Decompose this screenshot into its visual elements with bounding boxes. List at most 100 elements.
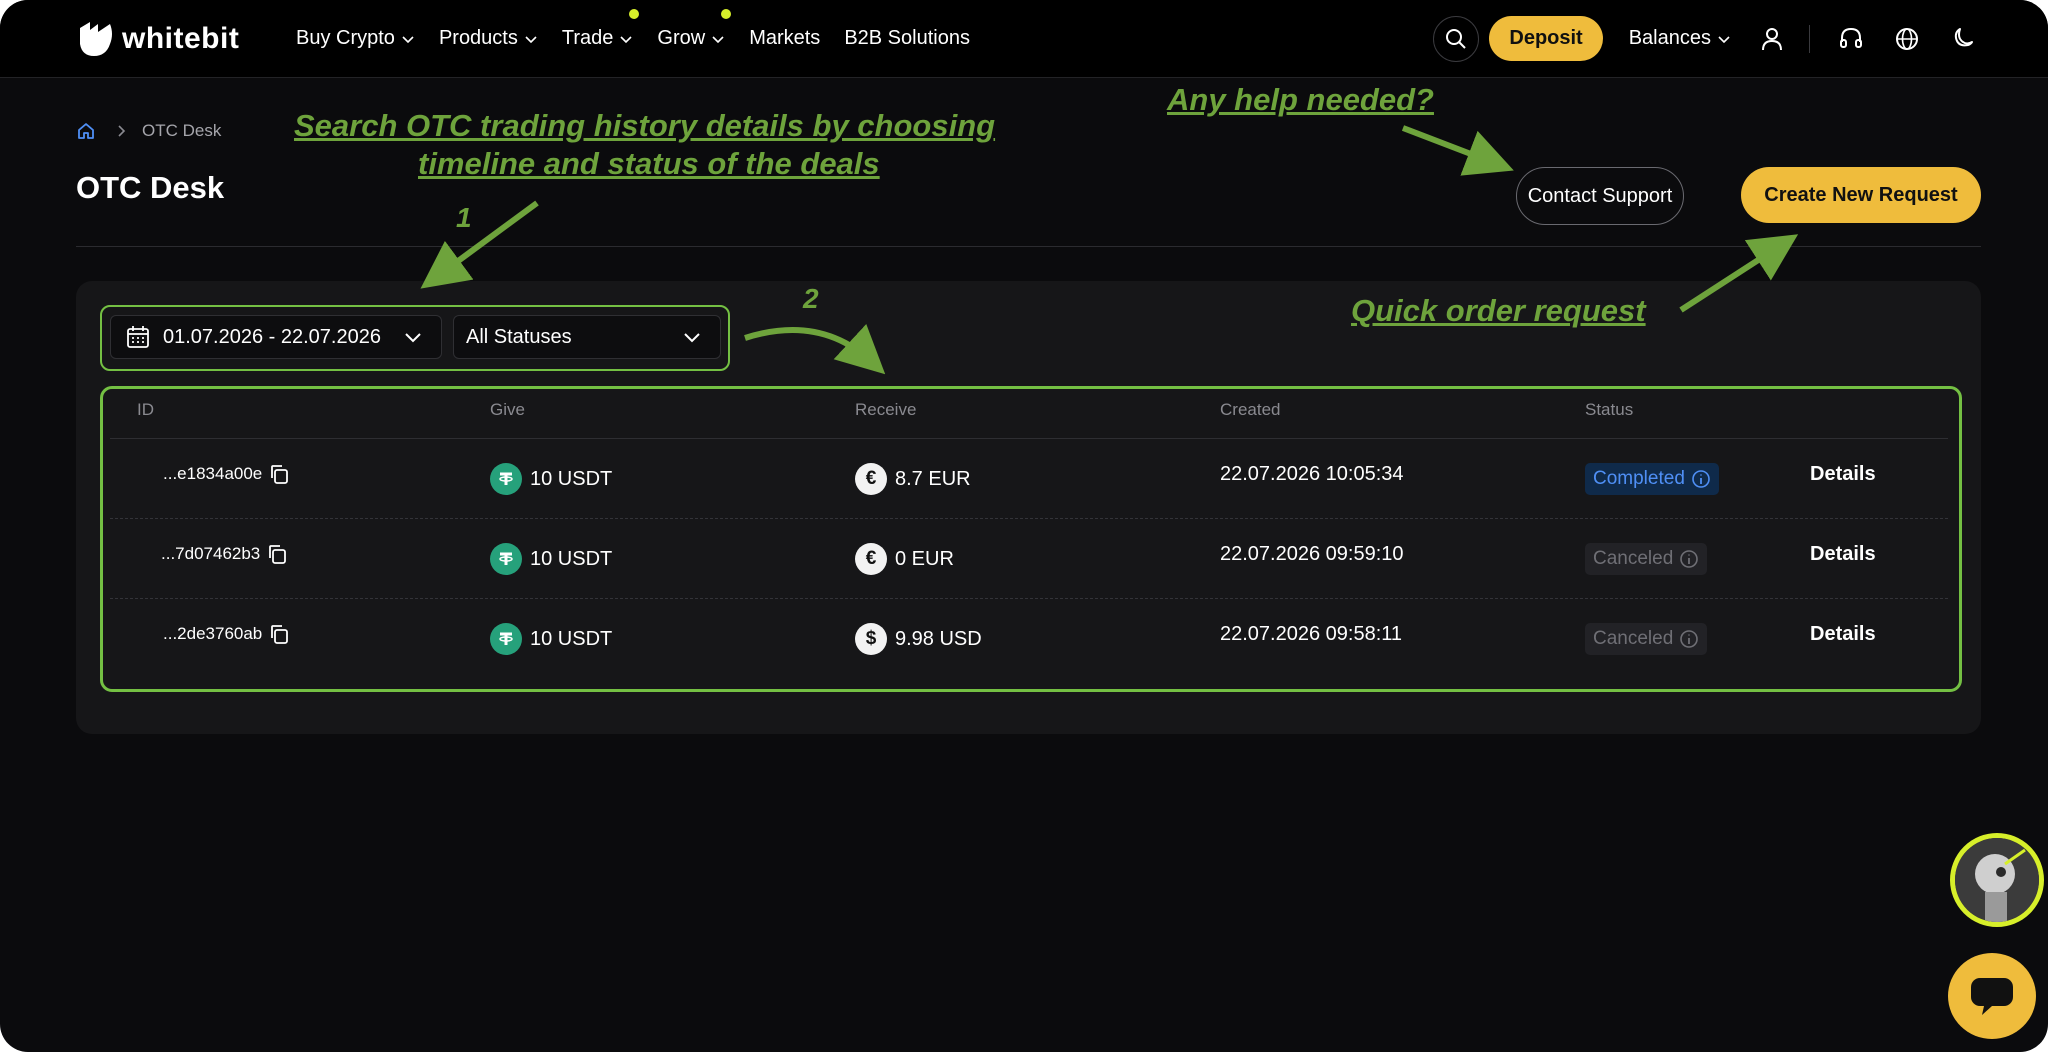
- deposit-button[interactable]: Deposit: [1489, 16, 1603, 61]
- whitebit-logo[interactable]: whitebit: [76, 20, 239, 58]
- balances-label: Balances: [1628, 27, 1711, 49]
- header-actions: Deposit Balances: [1433, 0, 1978, 77]
- nav-grow[interactable]: Grow: [657, 9, 732, 50]
- receive-amount: 9.98 USD: [895, 627, 982, 650]
- breadcrumb: OTC Desk: [76, 121, 221, 141]
- table-row-3-id: ...2de3760ab: [163, 623, 290, 645]
- home-icon[interactable]: [76, 121, 96, 141]
- nav-products[interactable]: Products: [439, 27, 538, 50]
- info-icon[interactable]: [1679, 629, 1699, 649]
- section-divider: [76, 246, 1981, 247]
- search-icon: [1446, 28, 1467, 49]
- col-header-created: Created: [1220, 400, 1281, 419]
- table-row-3-receive: $ 9.98 USD: [855, 623, 982, 655]
- details-button[interactable]: Details: [1810, 623, 1876, 646]
- chevron-down-icon: [525, 35, 537, 43]
- calendar-icon: [127, 326, 149, 348]
- tether-icon: [490, 463, 522, 495]
- chevron-down-icon: [712, 35, 724, 43]
- chevron-down-icon: [402, 35, 414, 43]
- order-id: ...7d07462b3: [161, 544, 261, 563]
- header-divider-line: [110, 438, 1948, 439]
- table-row-2-id: ...7d07462b3: [161, 543, 288, 565]
- annotation-number-1: 1: [456, 202, 472, 233]
- header-divider: [1809, 24, 1810, 53]
- copy-icon[interactable]: [266, 543, 288, 565]
- order-id: ...e1834a00e: [163, 464, 263, 483]
- give-amount: 10 USDT: [530, 547, 613, 570]
- logo-text: whitebit: [122, 22, 240, 55]
- language-button[interactable]: [1892, 24, 1922, 54]
- annotation-quick-order: Quick order request: [1351, 293, 1646, 328]
- status-badge: Completed: [1585, 463, 1719, 495]
- nav-b2b-label: B2B Solutions: [844, 27, 970, 49]
- nav-buy-crypto[interactable]: Buy Crypto: [296, 27, 415, 50]
- theme-toggle[interactable]: [1948, 24, 1978, 54]
- status-badge: Canceled: [1585, 623, 1708, 655]
- chat-bubble-icon: [1971, 978, 2013, 1015]
- nav-trade[interactable]: Trade: [562, 9, 640, 50]
- nav-products-label: Products: [438, 27, 518, 49]
- app-window: whitebit Buy Crypto Products Trade Grow: [0, 0, 2048, 1052]
- balances-menu[interactable]: Balances: [1629, 27, 1731, 50]
- info-icon[interactable]: [1691, 469, 1711, 489]
- give-amount: 10 USDT: [530, 467, 613, 490]
- nav-markets-label: Markets: [749, 27, 821, 49]
- status-label: Canceled: [1593, 628, 1674, 649]
- robot-avatar-icon: [1955, 838, 2039, 922]
- globe-icon: [1896, 27, 1918, 50]
- copy-icon[interactable]: [268, 463, 290, 485]
- status-badge: Canceled: [1585, 543, 1708, 575]
- table-row-1-id: ...e1834a00e: [163, 463, 290, 485]
- euro-icon: €: [855, 543, 887, 575]
- date-range-select[interactable]: 01.07.2026 - 22.07.2026: [110, 315, 442, 359]
- table-row-1-receive: € 8.7 EUR: [855, 463, 971, 495]
- logo-mark-icon: [80, 22, 112, 56]
- col-header-receive: Receive: [855, 400, 917, 419]
- status-label: Completed: [1593, 468, 1685, 489]
- support-button[interactable]: [1836, 24, 1866, 54]
- details-button[interactable]: Details: [1810, 463, 1876, 486]
- col-header-status: Status: [1585, 400, 1634, 419]
- chevron-down-icon: [620, 35, 632, 43]
- annotation-search-line2: timeline and status of the deals: [418, 146, 880, 181]
- chevron-down-icon: [684, 333, 700, 343]
- details-button[interactable]: Details: [1810, 543, 1876, 566]
- table-row-3-created: 22.07.2026 09:58:11: [1220, 623, 1403, 645]
- info-icon[interactable]: [1679, 549, 1699, 569]
- annotation-number-2: 2: [803, 283, 819, 314]
- breadcrumb-current: OTC Desk: [142, 121, 222, 140]
- dollar-icon: $: [855, 623, 887, 655]
- arrow-to-contact: [1401, 125, 1514, 176]
- chevron-down-icon: [405, 333, 421, 343]
- status-select[interactable]: All Statuses: [453, 315, 721, 359]
- receive-amount: 0 EUR: [895, 547, 954, 570]
- table-row-1-created: 22.07.2026 10:05:34: [1220, 463, 1404, 485]
- top-navigation-bar: whitebit Buy Crypto Products Trade Grow: [0, 0, 2048, 78]
- assistant-avatar[interactable]: [1950, 833, 2044, 927]
- row-divider: [110, 598, 1948, 600]
- nav-markets[interactable]: Markets: [749, 27, 820, 50]
- give-amount: 10 USDT: [530, 627, 613, 650]
- main-nav: Buy Crypto Products Trade Grow Markets B…: [296, 0, 994, 77]
- nav-grow-label: Grow: [657, 27, 706, 49]
- table-row-2-give: 10 USDT: [490, 543, 612, 575]
- arrow-to-filters: [420, 200, 539, 289]
- table-row-2-created: 22.07.2026 09:59:10: [1220, 543, 1404, 565]
- tether-icon: [490, 623, 522, 655]
- copy-icon[interactable]: [268, 623, 290, 645]
- contact-support-button[interactable]: Contact Support: [1516, 167, 1684, 225]
- annotation-search-line1: Search OTC trading history details by ch…: [294, 108, 996, 143]
- create-new-request-button[interactable]: Create New Request: [1741, 167, 1981, 223]
- table-row-1-give: 10 USDT: [490, 463, 612, 495]
- tether-icon: [490, 543, 522, 575]
- search-button[interactable]: [1433, 15, 1480, 62]
- profile-button[interactable]: [1757, 24, 1787, 54]
- date-range-value: 01.07.2026 - 22.07.2026: [163, 325, 381, 348]
- user-icon: [1762, 27, 1782, 50]
- order-id: ...2de3760ab: [163, 624, 263, 643]
- nav-b2b-solutions[interactable]: B2B Solutions: [844, 27, 970, 50]
- col-header-id: ID: [137, 400, 154, 419]
- col-header-give: Give: [490, 400, 525, 419]
- chat-button[interactable]: [1948, 953, 2036, 1039]
